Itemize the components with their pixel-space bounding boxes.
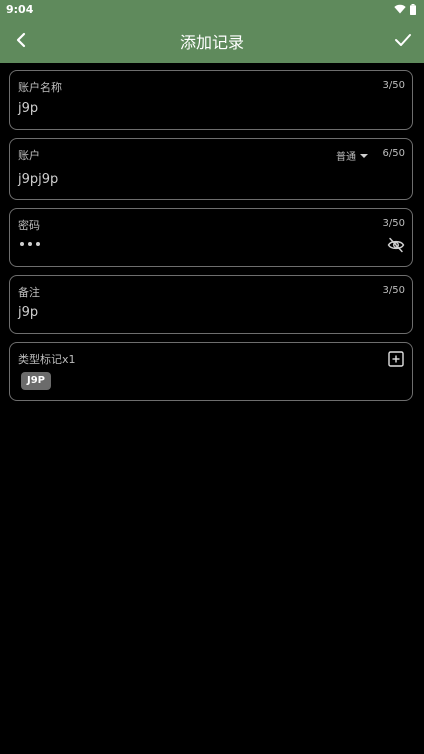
note-field[interactable]: 备注 3/50 j9p bbox=[9, 275, 413, 334]
tags-field: 类型标记x1 J9P bbox=[9, 342, 413, 401]
account-counter: 6/50 bbox=[382, 148, 405, 159]
account-name-field[interactable]: 账户名称 3/50 j9p bbox=[9, 70, 413, 130]
page-title: 添加记录 bbox=[179, 32, 244, 52]
password-dot bbox=[36, 242, 40, 246]
password-label: 密码 bbox=[18, 219, 40, 232]
password-dot bbox=[20, 242, 24, 246]
tags-label: 类型标记x1 bbox=[18, 353, 76, 366]
note-counter: 3/50 bbox=[382, 285, 405, 296]
account-name-counter: 3/50 bbox=[382, 80, 405, 91]
status-bar: 9:04 bbox=[0, 0, 424, 18]
account-name-label: 账户名称 bbox=[18, 81, 62, 94]
caret-down-icon bbox=[360, 153, 368, 158]
account-mode-value: 普通 bbox=[336, 152, 356, 163]
toggle-password-visibility-button[interactable] bbox=[387, 236, 405, 254]
wifi-icon bbox=[394, 4, 406, 14]
check-icon bbox=[395, 34, 411, 46]
account-field[interactable]: 账户 普通 6/50 j9pj9p bbox=[9, 138, 413, 200]
status-time: 9:04 bbox=[6, 2, 34, 16]
password-counter: 3/50 bbox=[382, 218, 405, 229]
password-masked-value[interactable] bbox=[20, 242, 40, 246]
password-dot bbox=[28, 242, 32, 246]
account-name-value[interactable]: j9p bbox=[18, 101, 38, 116]
tag-chip[interactable]: J9P bbox=[21, 372, 52, 390]
plus-square-icon bbox=[388, 351, 404, 367]
password-field[interactable]: 密码 3/50 bbox=[9, 208, 413, 267]
account-mode-dropdown[interactable]: 普通 bbox=[336, 148, 368, 163]
note-value[interactable]: j9p bbox=[18, 305, 38, 320]
app-bar: 添加记录 bbox=[0, 18, 424, 63]
battery-icon bbox=[410, 3, 416, 15]
back-button[interactable] bbox=[8, 27, 34, 53]
chevron-left-icon bbox=[16, 32, 26, 48]
account-label: 账户 bbox=[18, 149, 40, 162]
add-tag-button[interactable] bbox=[388, 351, 404, 367]
status-icons bbox=[394, 3, 416, 15]
confirm-button[interactable] bbox=[390, 27, 416, 53]
note-label: 备注 bbox=[18, 286, 40, 299]
eye-off-icon bbox=[387, 237, 405, 253]
account-value[interactable]: j9pj9p bbox=[18, 172, 58, 187]
